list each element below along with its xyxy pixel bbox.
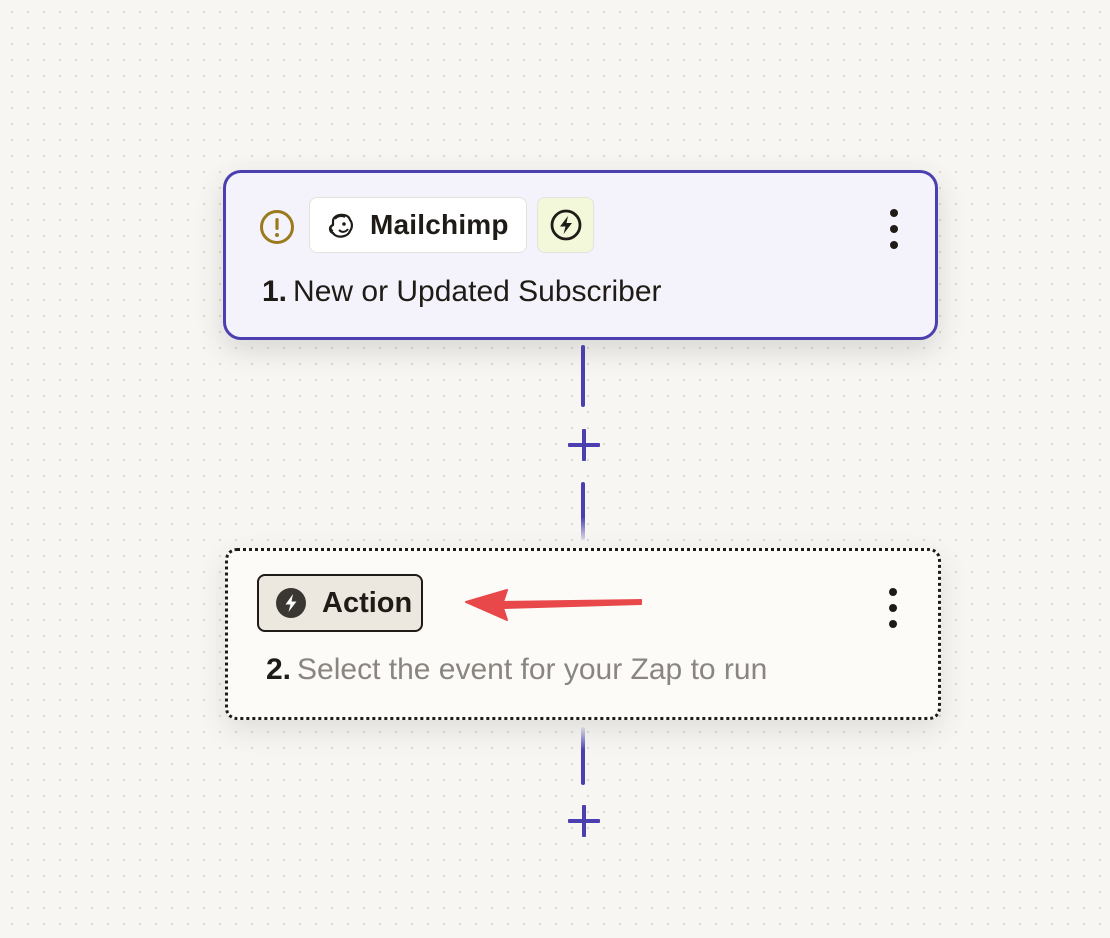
step-card-action[interactable]: Action 2. Select the event for your Zap t…: [225, 548, 941, 720]
action-bolt-icon: [276, 588, 306, 618]
connector-line: [581, 727, 585, 785]
step1-title: 1. New or Updated Subscriber: [262, 275, 662, 309]
step2-number: 2.: [266, 653, 292, 686]
action-chip[interactable]: Action: [257, 574, 423, 632]
app-name: Mailchimp: [370, 209, 509, 240]
step2-placeholder: Select the event for your Zap to run: [297, 653, 768, 686]
action-chip-label: Action: [322, 586, 413, 619]
step-card-trigger[interactable]: Mailchimp 1. New or Updated Subscriber: [223, 170, 938, 340]
warning-icon: [260, 210, 294, 244]
app-chip-mailchimp[interactable]: Mailchimp: [309, 197, 527, 253]
step1-more-options-icon[interactable]: [888, 209, 900, 249]
trigger-bolt-icon: [550, 209, 581, 241]
step1-number: 1.: [262, 275, 288, 308]
mailchimp-logo-icon: [325, 209, 357, 241]
connector-line: [581, 482, 585, 540]
step2-title: 2. Select the event for your Zap to run: [266, 653, 767, 687]
step1-event-name: New or Updated Subscriber: [293, 275, 662, 308]
annotation-arrow-icon: [465, 589, 642, 621]
add-step-plus-icon[interactable]: [564, 801, 604, 841]
step2-more-options-icon[interactable]: [887, 588, 899, 628]
zap-editor-canvas: Mailchimp 1. New or Updated Subscriber A…: [0, 0, 1110, 938]
add-step-plus-icon[interactable]: [564, 425, 604, 465]
connector-line: [581, 345, 585, 407]
trigger-type-chip[interactable]: [537, 197, 594, 253]
